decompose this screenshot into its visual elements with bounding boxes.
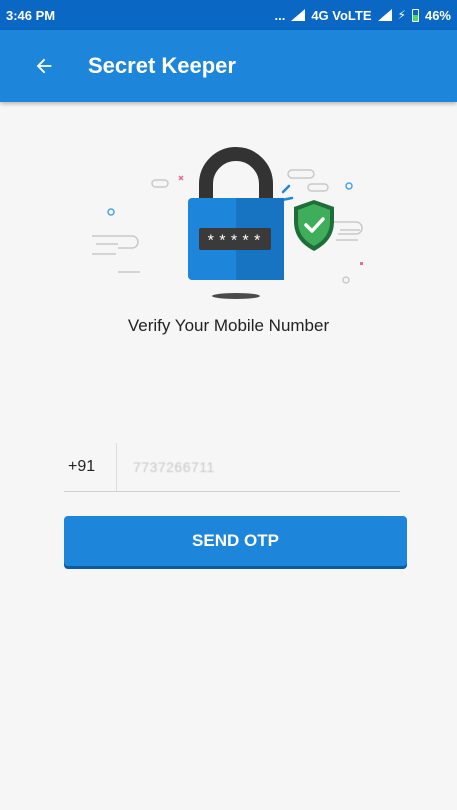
sparkle-icon xyxy=(178,175,184,181)
field-divider xyxy=(116,443,117,491)
send-otp-button[interactable]: SEND OTP xyxy=(64,516,407,566)
signal-icon xyxy=(291,9,306,21)
lock-illustration: ***** xyxy=(92,147,363,299)
charging-icon: ⚡ xyxy=(397,8,406,22)
arrow-left-icon xyxy=(36,58,52,74)
network-type: 4G VoLTE xyxy=(311,7,372,23)
lock-shadow xyxy=(212,293,260,299)
lock-shackle-icon xyxy=(199,147,273,202)
status-bar: 3:46 PM ... 4G VoLTE ⚡ 46% xyxy=(0,0,457,30)
phone-number-input[interactable] xyxy=(131,458,375,476)
battery-icon xyxy=(411,8,419,22)
more-dots: ... xyxy=(274,7,286,23)
pin-mask-text: ***** xyxy=(206,233,264,251)
app-bar: Secret Keeper xyxy=(0,30,457,102)
back-button[interactable] xyxy=(16,38,72,94)
page-title: Secret Keeper xyxy=(88,53,236,78)
accent-ticks-icon xyxy=(280,184,294,202)
country-code[interactable]: +91 xyxy=(64,458,116,476)
signal-icon-2 xyxy=(377,9,392,21)
phone-number-row: +91 xyxy=(64,443,400,492)
status-time: 3:46 PM xyxy=(6,7,56,23)
verify-heading: Verify Your Mobile Number xyxy=(127,316,330,335)
battery-percent: 46% xyxy=(424,7,451,23)
status-indicators: ... 4G VoLTE ⚡ 46% xyxy=(274,8,451,23)
